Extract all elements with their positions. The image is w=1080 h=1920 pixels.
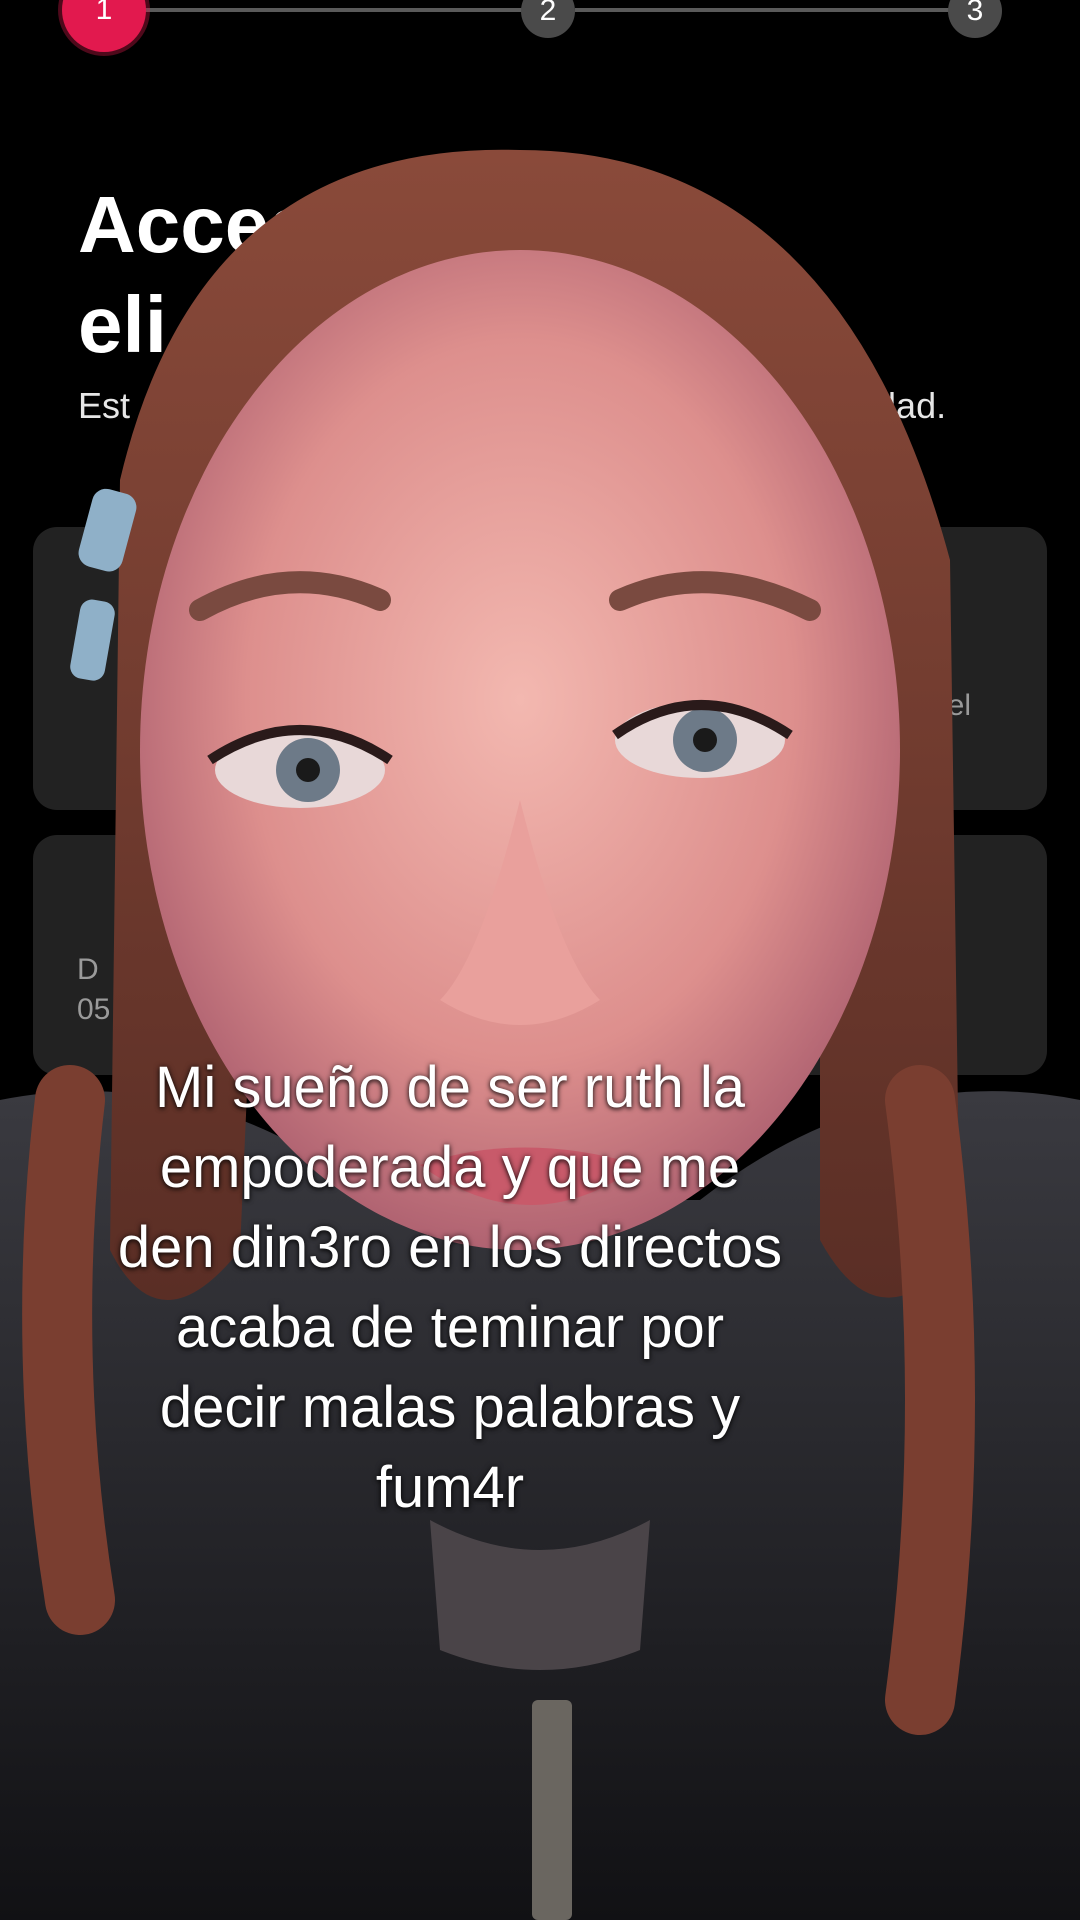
caption-line: Mi sueño de ser ruth la xyxy=(155,1055,745,1120)
video-caption: Mi sueño de ser ruth la empoderada y que… xyxy=(40,1048,860,1528)
option-card-2[interactable]: D 05 xyxy=(33,835,1047,1075)
page-title-line-2: eli xyxy=(78,280,167,369)
subtitle-right: nidad. xyxy=(848,385,947,426)
caption-line: empoderada y que me xyxy=(159,1135,741,1200)
page-title: Acces eli xyxy=(78,175,978,375)
caption-line: decir malas palabras y xyxy=(159,1375,741,1440)
card-2-fragment: 05 xyxy=(77,993,111,1026)
page-subtitle: Est nidad. xyxy=(78,385,978,427)
progress-stepper: 1 2 3 xyxy=(0,0,1080,80)
step-connector xyxy=(575,8,975,12)
subtitle-left: Est xyxy=(78,385,131,426)
step-1[interactable]: 1 xyxy=(62,0,146,52)
caption-line: acaba de teminar por xyxy=(175,1295,725,1360)
card-2-letter: D xyxy=(77,953,99,986)
card-1-text: el xyxy=(947,689,971,722)
page-title-line-1: Acces xyxy=(78,180,314,269)
caption-line: den din3ro en los directos xyxy=(117,1215,783,1280)
option-card-1[interactable]: el xyxy=(33,527,1047,810)
caption-line: fum4r xyxy=(375,1455,525,1520)
step-connector xyxy=(120,8,550,12)
step-2[interactable]: 2 xyxy=(521,0,575,38)
step-3[interactable]: 3 xyxy=(948,0,1002,38)
